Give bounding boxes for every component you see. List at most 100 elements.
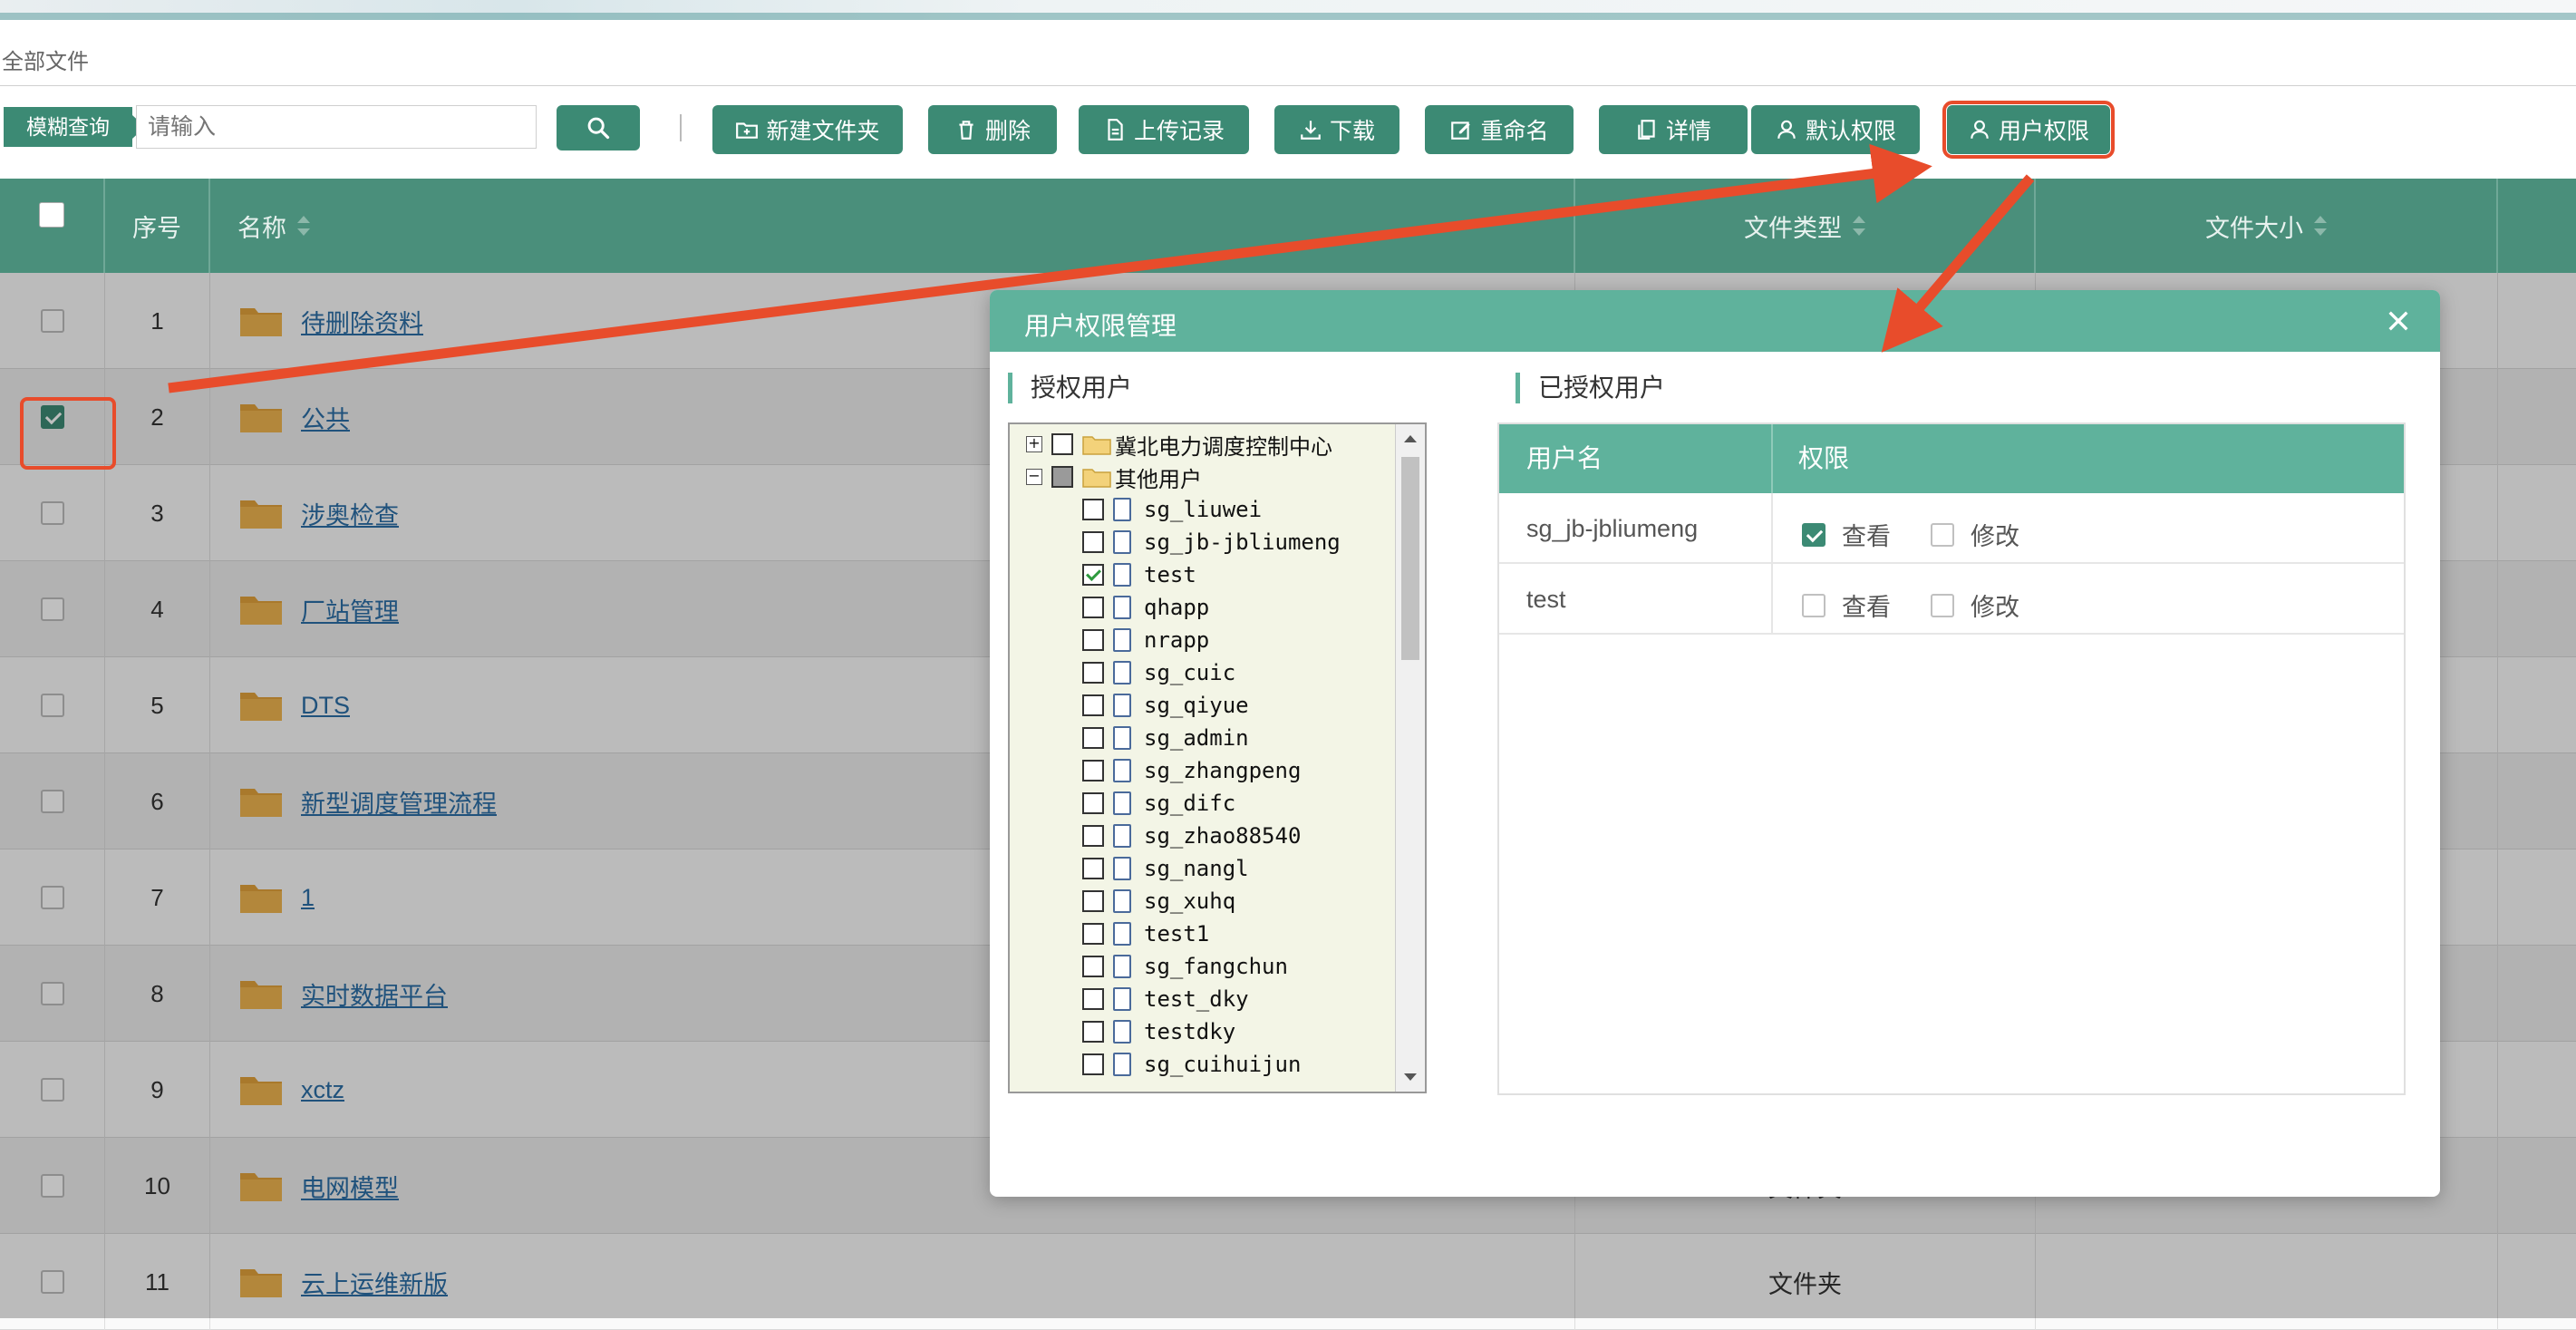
tree-node-user[interactable]: sg_liuwei xyxy=(1082,493,1262,526)
row-checkbox[interactable] xyxy=(40,694,64,717)
file-name-link[interactable]: 新型调度管理流程 xyxy=(301,784,497,820)
row-checkbox[interactable] xyxy=(40,1270,64,1294)
tree-checkbox[interactable] xyxy=(1082,858,1104,879)
tree-node-user[interactable]: test_dky xyxy=(1082,983,1249,1015)
tree-node-user[interactable]: sg_difc xyxy=(1082,787,1235,820)
rename-button[interactable]: 重命名 xyxy=(1425,105,1574,154)
expand-icon[interactable]: + xyxy=(1026,436,1042,452)
tree-node-user[interactable]: sg_cuic xyxy=(1082,656,1235,689)
folder-icon xyxy=(240,1077,282,1105)
row-checkbox[interactable] xyxy=(40,790,64,813)
row-type-cell: 文件夹 xyxy=(1575,1234,2036,1330)
tree-node-other-users[interactable]: − 其他用户 xyxy=(1026,461,1202,493)
edit-checkbox[interactable] xyxy=(1931,522,1954,547)
tree-node-user[interactable]: sg_jb-jbliumeng xyxy=(1082,526,1341,558)
default-permission-button[interactable]: 默认权限 xyxy=(1751,105,1920,154)
view-permission[interactable]: 查看 xyxy=(1802,517,1891,552)
tree-checkbox[interactable] xyxy=(1051,433,1073,455)
tree-node-user[interactable]: test1 xyxy=(1082,917,1209,950)
tree-node-user[interactable]: sg_nangl xyxy=(1082,852,1249,885)
header-extra xyxy=(2498,179,2576,273)
file-name-link[interactable]: 实时数据平台 xyxy=(301,976,448,1012)
tree-checkbox[interactable] xyxy=(1082,597,1104,618)
row-checkbox[interactable] xyxy=(40,501,64,525)
tree-checkbox[interactable] xyxy=(1051,466,1073,488)
tree-checkbox[interactable] xyxy=(1082,499,1104,520)
tree-node-user[interactable]: sg_xuhq xyxy=(1082,885,1235,917)
tree-checkbox[interactable] xyxy=(1082,760,1104,781)
tree-node-user[interactable]: sg_cuihuijun xyxy=(1082,1048,1301,1081)
tree-node-user[interactable]: sg_fangchun xyxy=(1082,950,1288,983)
table-row[interactable]: 11 云上运维新版 文件夹 xyxy=(0,1234,2576,1330)
file-name-link[interactable]: 公共 xyxy=(301,400,350,435)
tree-checkbox[interactable] xyxy=(1082,694,1104,716)
view-permission[interactable]: 查看 xyxy=(1802,587,1891,623)
breadcrumb[interactable]: 全部文件 xyxy=(2,44,89,75)
tree-checkbox[interactable] xyxy=(1082,1053,1104,1075)
tree-node-user[interactable]: testdky xyxy=(1082,1015,1235,1048)
file-name-link[interactable]: 电网模型 xyxy=(301,1169,399,1204)
file-name-link[interactable]: 待删除资料 xyxy=(301,304,423,339)
tree-checkbox[interactable] xyxy=(1082,792,1104,814)
new-folder-button[interactable]: 新建文件夹 xyxy=(712,105,903,154)
row-checkbox[interactable] xyxy=(40,1078,64,1102)
tree-node-user[interactable]: sg_qiyue xyxy=(1082,689,1249,722)
view-checkbox[interactable] xyxy=(1802,593,1825,617)
row-checkbox[interactable] xyxy=(40,982,64,1005)
row-checkbox[interactable] xyxy=(40,309,64,333)
tree-checkbox[interactable] xyxy=(1082,988,1104,1010)
user-permission-button[interactable]: 用户权限 xyxy=(1942,101,2115,159)
scroll-thumb[interactable] xyxy=(1401,457,1419,660)
collapse-icon[interactable]: − xyxy=(1026,469,1042,485)
copy-icon xyxy=(1638,120,1655,140)
row-checkbox[interactable] xyxy=(40,1174,64,1198)
edit-permission[interactable]: 修改 xyxy=(1931,587,2019,623)
file-name-link[interactable]: DTS xyxy=(301,692,350,720)
file-name-link[interactable]: 1 xyxy=(301,884,315,912)
header-name[interactable]: 名称 xyxy=(210,179,1575,273)
tree-checkbox[interactable] xyxy=(1082,629,1104,651)
trash-icon xyxy=(959,121,973,140)
tree-checkbox[interactable] xyxy=(1082,825,1104,847)
tree-scrollbar[interactable] xyxy=(1395,424,1425,1092)
scroll-up-icon[interactable] xyxy=(1404,435,1417,442)
scroll-down-icon[interactable] xyxy=(1404,1073,1417,1081)
tree-node-user[interactable]: test xyxy=(1082,558,1196,591)
authorized-users-title: 已授权用户 xyxy=(1516,373,1665,403)
tree-checkbox[interactable] xyxy=(1082,662,1104,684)
upload-log-button[interactable]: 上传记录 xyxy=(1079,105,1249,154)
tree-checkbox[interactable] xyxy=(1082,890,1104,912)
tree-checkbox[interactable] xyxy=(1082,956,1104,977)
tree-node-user[interactable]: sg_zhangpeng xyxy=(1082,754,1301,787)
delete-button[interactable]: 删除 xyxy=(928,105,1057,154)
tree-checkbox[interactable] xyxy=(1082,564,1104,586)
header-size[interactable]: 文件大小 xyxy=(2036,179,2498,273)
tree-checkbox[interactable] xyxy=(1082,923,1104,945)
header-permission: 权限 xyxy=(1798,444,1850,472)
search-input[interactable] xyxy=(136,105,537,149)
tree-node-user[interactable]: nrapp xyxy=(1082,624,1209,656)
tree-node-user[interactable]: sg_zhao88540 xyxy=(1082,820,1301,852)
view-checkbox[interactable] xyxy=(1802,522,1825,547)
close-icon[interactable] xyxy=(2384,306,2413,335)
download-button[interactable]: 下载 xyxy=(1274,105,1399,154)
row-checkbox[interactable] xyxy=(40,597,64,621)
tree-checkbox[interactable] xyxy=(1082,1021,1104,1043)
tree-node-user[interactable]: sg_admin xyxy=(1082,722,1249,754)
file-name-link[interactable]: 涉奥检查 xyxy=(301,496,399,531)
tree-checkbox[interactable] xyxy=(1082,727,1104,749)
tree-node-dispatch-center[interactable]: + 冀北电力调度控制中心 xyxy=(1026,428,1332,461)
tree-node-user[interactable]: qhapp xyxy=(1082,591,1209,624)
edit-checkbox[interactable] xyxy=(1931,593,1954,617)
select-all-checkbox[interactable] xyxy=(39,202,64,228)
tree-checkbox[interactable] xyxy=(1082,531,1104,553)
folder-icon xyxy=(1082,436,1111,455)
file-name-link[interactable]: 云上运维新版 xyxy=(301,1265,448,1300)
file-name-link[interactable]: xctz xyxy=(301,1076,344,1104)
header-type[interactable]: 文件类型 xyxy=(1575,179,2036,273)
row-checkbox[interactable] xyxy=(40,886,64,909)
edit-permission[interactable]: 修改 xyxy=(1931,517,2019,552)
search-button[interactable] xyxy=(557,105,640,150)
details-button[interactable]: 详情 xyxy=(1599,105,1748,154)
file-name-link[interactable]: 厂站管理 xyxy=(301,592,399,627)
